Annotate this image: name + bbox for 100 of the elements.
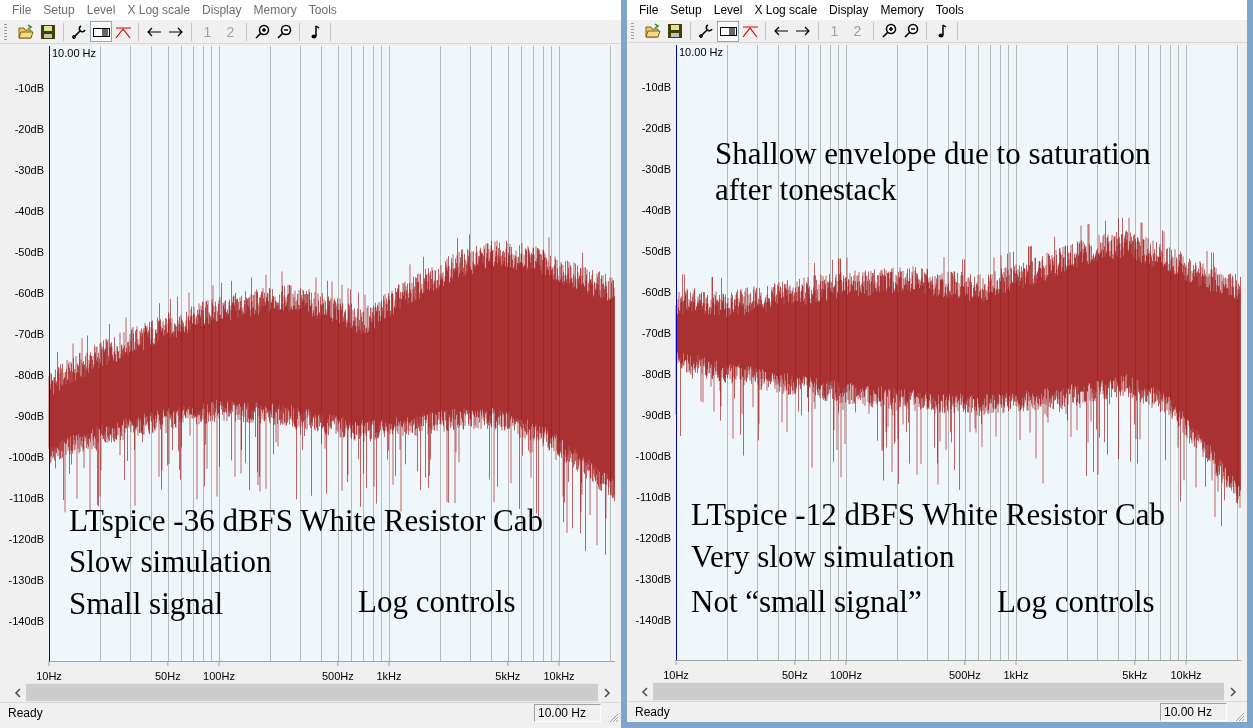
annotation-text: Not “small signal”	[691, 586, 922, 619]
menu-item[interactable]: X Log scale	[748, 2, 824, 17]
annotation-text: Log controls	[358, 586, 516, 618]
menu-item[interactable]: Level	[80, 3, 122, 17]
y-axis-label: -30dB	[14, 164, 44, 176]
annotation-text: Shallow envelope due to saturation	[715, 138, 1151, 171]
y-axis-label: -140dB	[8, 615, 44, 627]
tick-mark	[1185, 659, 1187, 666]
x-axis-label: 50Hz	[155, 670, 181, 682]
x-axis-label: 50Hz	[782, 669, 808, 682]
tick-mark	[794, 659, 796, 666]
scrollbar-thumb[interactable]	[653, 683, 1224, 701]
menu-item[interactable]: Level	[707, 2, 749, 17]
menu-item[interactable]: Setup	[664, 2, 708, 17]
y-axis-label: -110dB	[636, 491, 671, 504]
y-axis-label: -50dB	[641, 245, 671, 258]
toolbar-grip	[4, 23, 7, 40]
chevron-left-icon	[13, 687, 22, 698]
x-axis-label: 500Hz	[321, 670, 354, 682]
status-text: Ready	[635, 705, 671, 720]
y-axis-label: -130dB	[8, 574, 44, 586]
y-axis-label: -90dB	[14, 410, 44, 422]
zoom-in-icon	[253, 23, 271, 40]
y-axis-label: -70dB	[641, 327, 671, 340]
zoom-out-icon	[902, 23, 920, 39]
tick-mark	[558, 660, 560, 667]
y-axis-label: -40dB	[641, 204, 671, 217]
menu-item[interactable]: Tools	[302, 3, 343, 17]
annotation-text: Small signal	[69, 588, 224, 620]
x-axis-label: 5kHz	[495, 670, 521, 682]
wrench-icon	[70, 23, 88, 40]
y-axis-label: -100dB	[635, 450, 671, 463]
x-axis-label: 10kHz	[543, 670, 575, 682]
menu-item[interactable]: Memory	[874, 2, 930, 17]
annotation-text: Slow simulation	[69, 546, 272, 578]
annotation-text: Very slow simulation	[691, 541, 955, 574]
x-axis-label: 500Hz	[948, 669, 981, 682]
menu-item[interactable]: Setup	[37, 3, 81, 17]
menu-item[interactable]: Memory	[247, 3, 303, 17]
y-axis-label: -120dB	[635, 532, 671, 545]
menu-item[interactable]: File	[6, 3, 38, 17]
y-axis-label: -80dB	[641, 368, 671, 381]
tick-mark	[1015, 659, 1017, 666]
y-axis-label: -100dB	[8, 451, 44, 463]
resize-grip-icon	[607, 711, 619, 723]
x-axis-label: 10Hz	[36, 670, 62, 682]
y-axis-label: -40dB	[14, 205, 44, 217]
y-axis-label: -10dB	[641, 81, 671, 94]
y-axis-label: -20dB	[14, 123, 44, 135]
wrench-icon	[697, 23, 715, 39]
x-axis-label: 100Hz	[203, 670, 235, 682]
bar-display-button[interactable]	[90, 21, 112, 42]
tick-mark	[337, 660, 339, 667]
x-axis-label: 10Hz	[663, 669, 689, 682]
y-axis-label: -90dB	[641, 409, 671, 422]
menu-item[interactable]: Tools	[929, 2, 970, 17]
y-axis-label: -110dB	[9, 492, 44, 504]
x-axis-label: 1kHz	[1003, 669, 1029, 682]
y-axis-label: -20dB	[641, 122, 671, 135]
menu-item[interactable]: X Log scale	[121, 3, 197, 17]
scrollbar-thumb[interactable]	[26, 684, 598, 701]
zoom-out-icon	[275, 23, 293, 40]
tick-mark	[507, 660, 509, 667]
annotation-text: after tonestack	[715, 174, 897, 207]
y-axis-label: -50dB	[14, 246, 44, 258]
annotation-text: LTspice -36 dBFS White Resistor Cab	[69, 505, 544, 537]
x-axis-label: 5kHz	[1122, 669, 1148, 682]
folder-icon	[644, 23, 662, 39]
bar-display-button[interactable]	[717, 20, 739, 42]
zoom-in-icon	[880, 23, 898, 39]
annotation-text: LTspice -12 dBFS White Resistor Cab	[691, 499, 1166, 532]
chevron-left-icon	[640, 686, 649, 697]
tick-mark	[167, 660, 169, 667]
status-readout: 10.00 Hz	[1160, 703, 1227, 722]
tick-mark	[845, 659, 847, 666]
menu-item[interactable]: Display	[823, 2, 875, 17]
tick-mark	[1134, 659, 1136, 666]
menu-item[interactable]: Display	[196, 3, 248, 17]
folder-icon	[17, 23, 35, 40]
x-axis-label: 1kHz	[376, 670, 402, 682]
y-axis-label: -80dB	[14, 369, 44, 381]
peak-line-icon	[741, 23, 759, 39]
y-axis-label: -130dB	[635, 573, 671, 586]
y-axis-label: -120dB	[8, 533, 44, 545]
tick-mark	[388, 660, 390, 667]
cursor-readout: 10.00 Hz	[679, 46, 724, 59]
annotation-text: Log controls	[997, 586, 1155, 619]
folder-button[interactable]	[15, 21, 37, 42]
chevron-right-icon	[602, 687, 611, 698]
cursor-readout: 10.00 Hz	[52, 47, 97, 59]
y-axis-label: -60dB	[14, 287, 44, 299]
toolbar-grip	[631, 23, 634, 39]
chevron-right-icon	[1228, 686, 1237, 697]
resize-grip-icon	[1233, 710, 1245, 722]
tick-mark	[218, 660, 220, 667]
y-axis-label: -30dB	[641, 163, 671, 176]
y-axis-label: -70dB	[14, 328, 44, 340]
status-text: Ready	[8, 706, 44, 720]
menu-item[interactable]: File	[633, 2, 665, 17]
y-axis-label: -140dB	[635, 614, 671, 627]
